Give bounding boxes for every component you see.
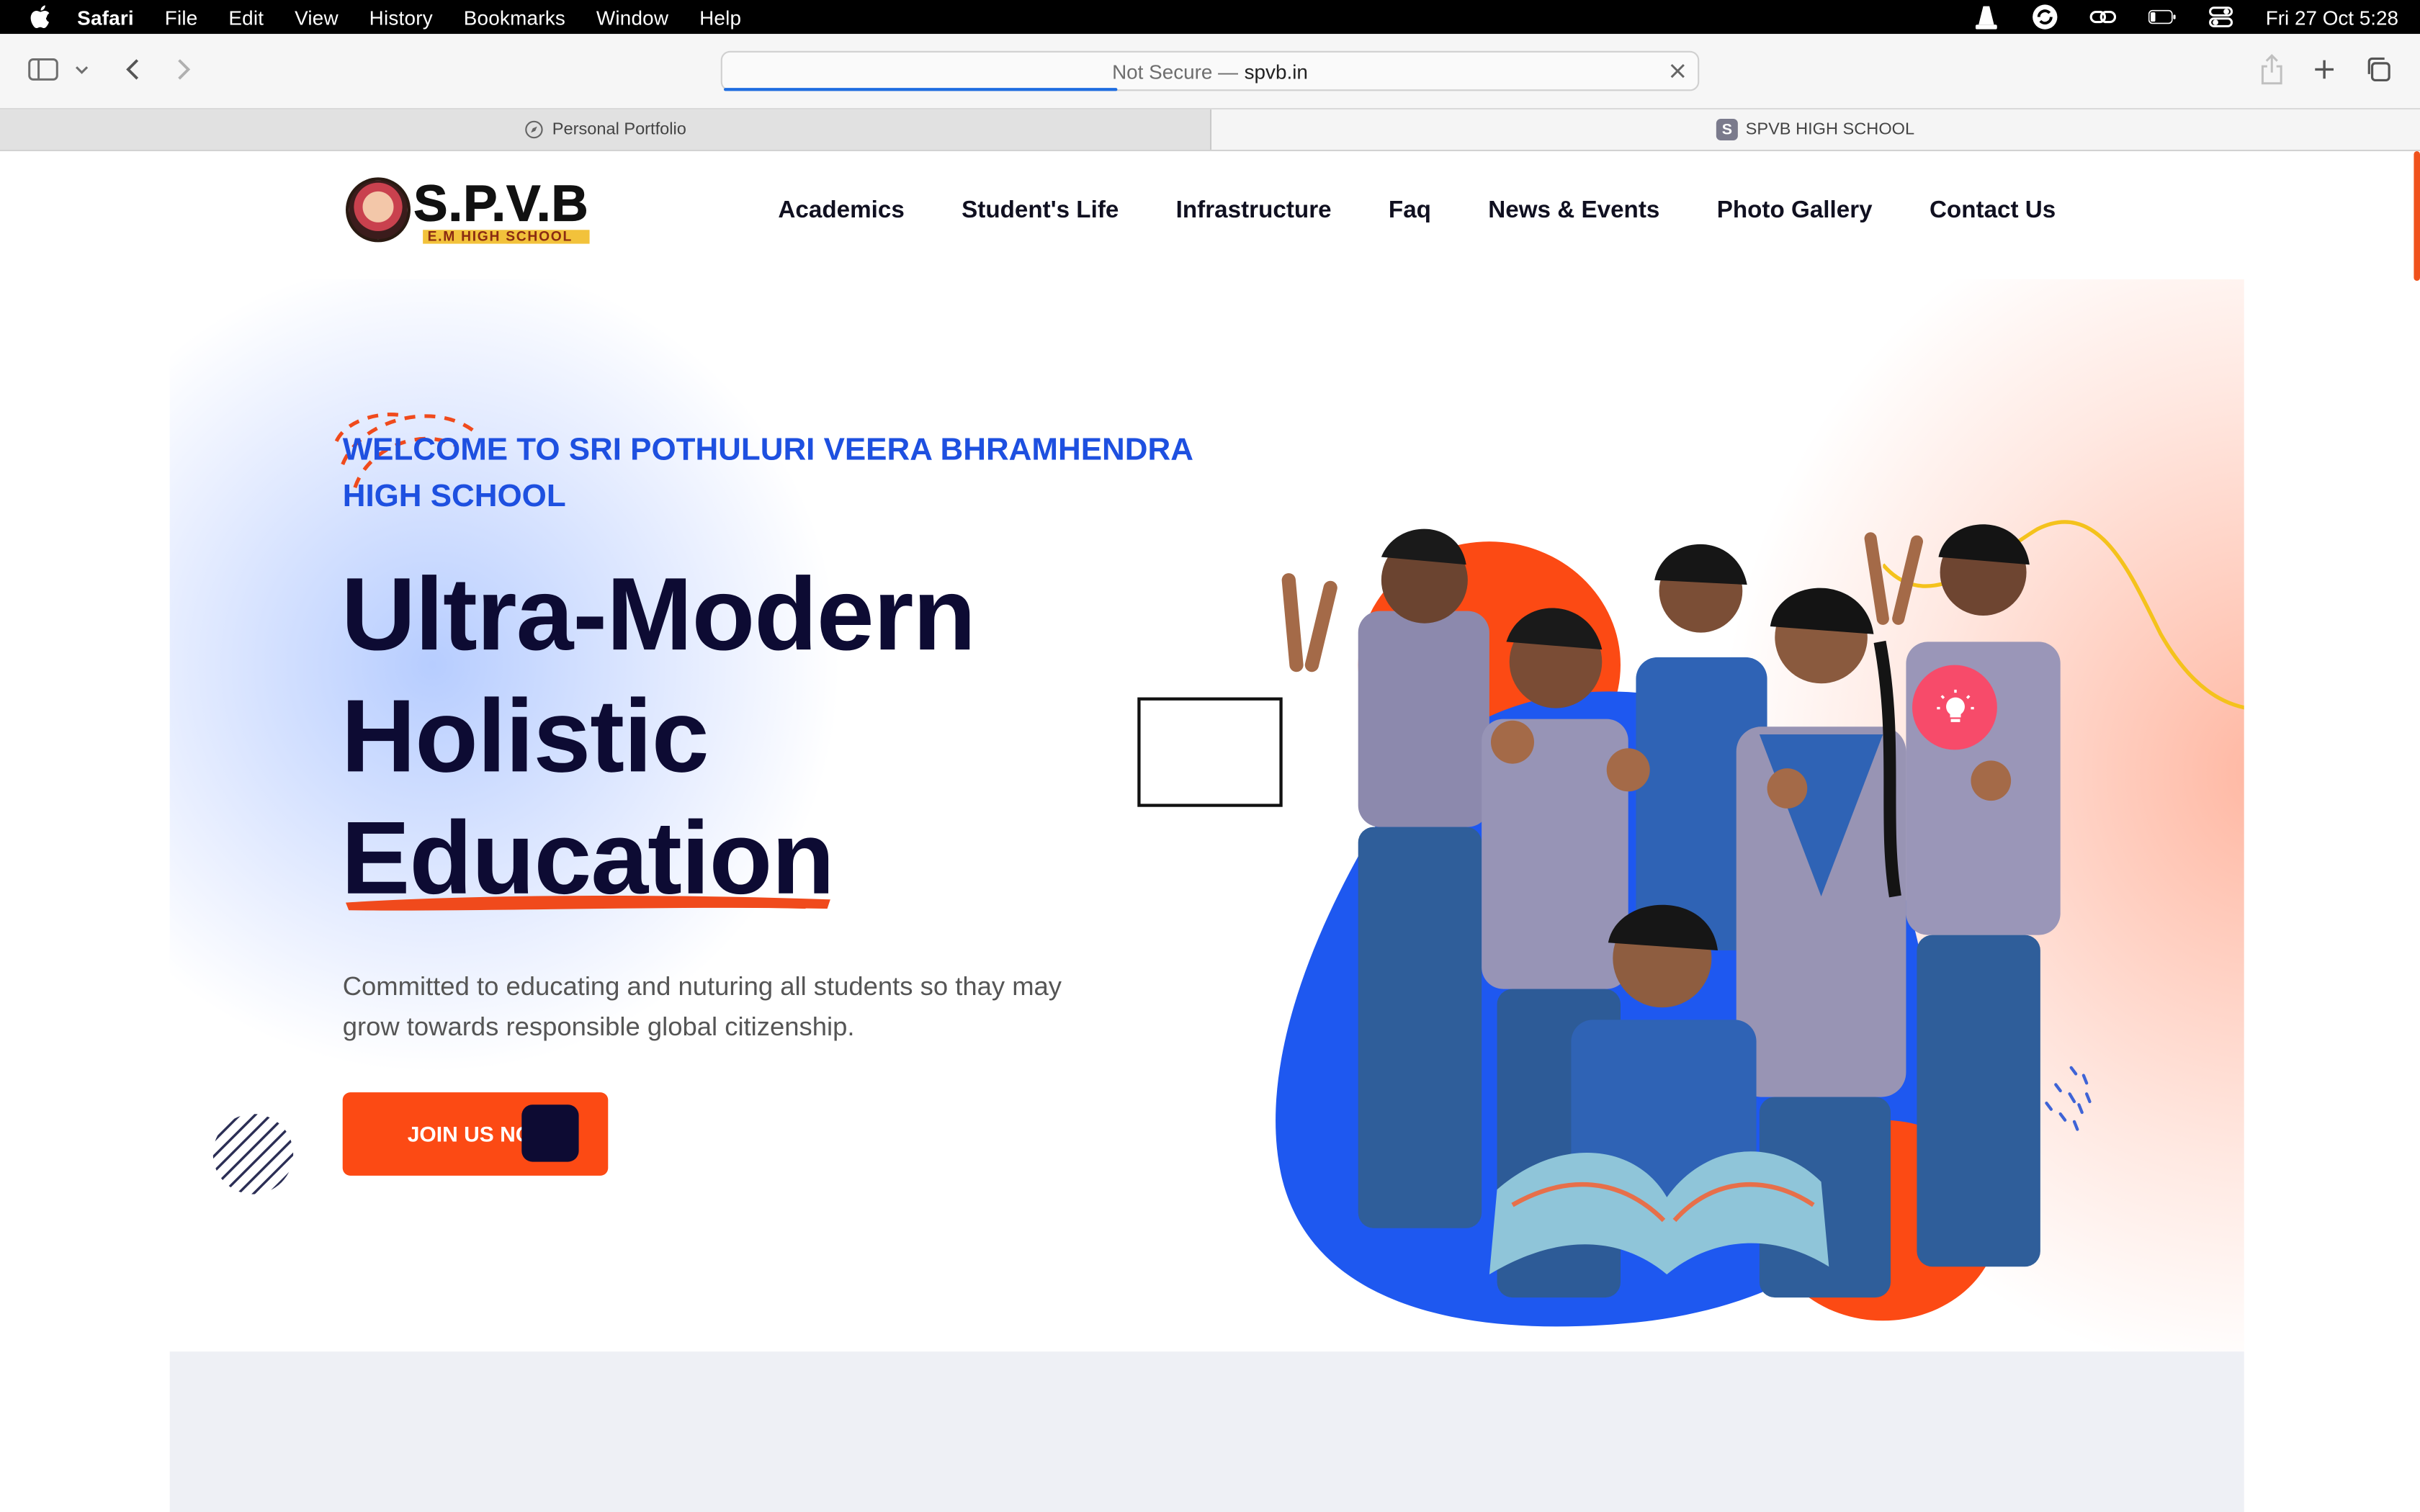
safari-toolbar: Not Secure — spvb.in — [0, 34, 2420, 110]
back-arrow-icon[interactable] — [116, 53, 150, 86]
headline-line-2: Holistic — [341, 678, 709, 795]
control-center-icon[interactable] — [2207, 3, 2235, 31]
menu-bookmarks[interactable]: Bookmarks — [464, 6, 565, 29]
hero-headline: Ultra-Modern Holistic Education — [341, 554, 977, 919]
blue-dash-confetti — [2045, 1066, 2092, 1131]
menu-edit[interactable]: Edit — [228, 6, 264, 29]
link-icon[interactable] — [2089, 3, 2118, 31]
tab-bar: Personal Portfolio S SPVB HIGH SCHOOL — [0, 109, 2420, 151]
logo-emblem — [346, 177, 411, 243]
join-us-button[interactable]: JOIN US NO — [342, 1092, 609, 1176]
site-container: S.P.V.B E.M HIGH SCHOOL Academics Studen… — [169, 151, 2244, 1512]
lightbulb-icon — [1912, 665, 1997, 750]
brush-underline — [346, 895, 830, 911]
compass-icon — [523, 119, 544, 140]
site-favicon-icon: S — [1716, 119, 1738, 140]
hero-section: WELCOME TO SRI POTHULURI VEERA BHRAMHEND… — [169, 279, 2244, 1352]
menu-view[interactable]: View — [295, 6, 339, 29]
web-page: S.P.V.B E.M HIGH SCHOOL Academics Studen… — [0, 151, 2420, 1512]
next-section-band — [169, 1351, 2244, 1512]
battery-icon[interactable] — [2148, 3, 2177, 31]
vlc-cone-icon[interactable] — [1973, 3, 2001, 31]
tab-spvb-high-school[interactable]: S SPVB HIGH SCHOOL — [1211, 109, 2420, 150]
forward-arrow-icon[interactable] — [166, 53, 200, 86]
logo-subtitle: E.M HIGH SCHOOL — [423, 228, 589, 243]
menu-history[interactable]: History — [369, 6, 433, 29]
page-load-progress — [723, 88, 1118, 91]
button-hover-square — [521, 1104, 579, 1162]
sync-circle-icon[interactable] — [2031, 3, 2059, 31]
address-bar[interactable]: Not Secure — spvb.in — [720, 50, 1700, 91]
favicon-letter: S — [1716, 119, 1738, 140]
apple-menu-icon[interactable] — [28, 4, 53, 29]
nav-news-events[interactable]: News & Events — [1488, 197, 1659, 225]
new-tab-plus-icon[interactable] — [2308, 53, 2341, 86]
macos-menubar: Safari File Edit View History Bookmarks … — [0, 0, 2420, 35]
menubar-clock[interactable]: Fri 27 Oct 5:28 — [2266, 6, 2398, 29]
nav-students-life[interactable]: Student's Life — [962, 197, 1119, 225]
nav-photo-gallery[interactable]: Photo Gallery — [1717, 197, 1873, 225]
share-icon[interactable] — [2255, 53, 2289, 86]
site-header: S.P.V.B E.M HIGH SCHOOL Academics Studen… — [169, 151, 2244, 279]
menu-window[interactable]: Window — [596, 6, 668, 29]
sidebar-toggle-icon[interactable] — [28, 53, 59, 86]
striped-circle-decoration — [212, 1114, 294, 1194]
menubar-status-area: Fri 27 Oct 5:28 — [1973, 0, 2398, 34]
nav-faq[interactable]: Faq — [1389, 197, 1431, 225]
menu-app-name[interactable]: Safari — [77, 6, 134, 29]
page-scrollbar[interactable] — [2414, 151, 2420, 281]
address-host: spvb.in — [1244, 59, 1308, 83]
tab-label: SPVB HIGH SCHOOL — [1745, 120, 1915, 139]
stop-loading-icon[interactable] — [1667, 60, 1688, 82]
menu-file[interactable]: File — [165, 6, 198, 29]
menu-help[interactable]: Help — [699, 6, 741, 29]
nav-infrastructure[interactable]: Infrastructure — [1176, 197, 1332, 225]
school-logo[interactable]: S.P.V.B E.M HIGH SCHOOL — [346, 173, 593, 247]
address-security-label: Not Secure — — [1112, 59, 1239, 83]
tab-label: Personal Portfolio — [552, 120, 686, 139]
tab-personal-portfolio[interactable]: Personal Portfolio — [0, 109, 1211, 150]
hero-description: Committed to educating and nuturing all … — [342, 972, 1062, 1042]
chevron-down-icon[interactable] — [71, 53, 93, 86]
headline-line-1: Ultra-Modern — [341, 557, 977, 673]
hero-welcome-text: WELCOME TO SRI POTHULURI VEERA BHRAMHEND… — [342, 432, 1193, 514]
main-nav: Academics Student's Life Infrastructure … — [778, 197, 2056, 225]
nav-contact-us[interactable]: Contact Us — [1930, 197, 2056, 225]
join-us-label: JOIN US NO — [407, 1121, 533, 1147]
logo-title: S.P.V.B — [413, 174, 589, 231]
nav-academics[interactable]: Academics — [778, 197, 904, 225]
tab-overview-icon[interactable] — [2362, 53, 2396, 86]
students-group-photo — [1276, 524, 2061, 1327]
